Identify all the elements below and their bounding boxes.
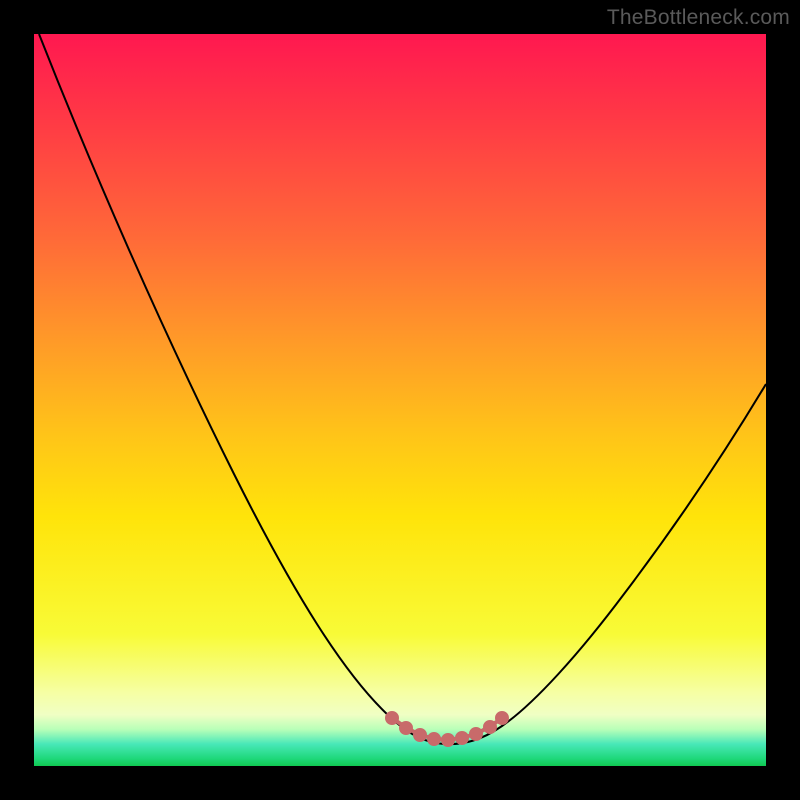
curve-layer: [34, 34, 766, 766]
chart-frame: TheBottleneck.com: [0, 0, 800, 800]
optimum-band: [387, 713, 507, 745]
bottleneck-curve: [39, 34, 766, 744]
watermark-text: TheBottleneck.com: [607, 6, 790, 30]
plot-area: [34, 34, 766, 766]
